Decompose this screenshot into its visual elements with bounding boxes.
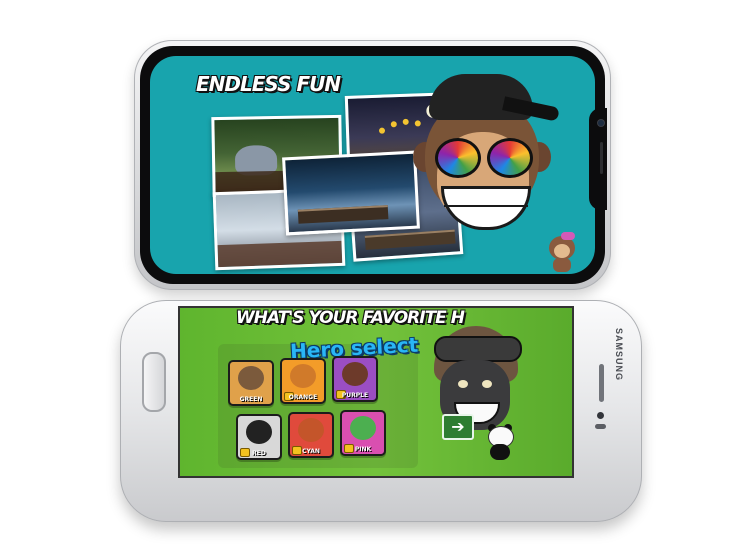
hero-label: PINK xyxy=(354,446,372,453)
endless-fun-screen: ENDLESS FUN xyxy=(150,56,595,274)
iphone-speaker xyxy=(600,142,603,174)
hero-label: RED xyxy=(252,450,266,457)
coin xyxy=(390,121,397,128)
gorilla-eye-left xyxy=(458,380,468,388)
monkey-glasses-right xyxy=(487,138,533,178)
next-arrow-button[interactable]: ➔ xyxy=(442,414,474,440)
samsung-brand: SAMSUNG xyxy=(614,328,624,382)
hero-face xyxy=(290,364,316,388)
panda-body xyxy=(490,444,510,460)
iphone-notch xyxy=(589,108,607,210)
hero-card-green[interactable]: GREEN xyxy=(228,360,274,406)
aviator-gorilla-mascot xyxy=(420,326,530,436)
little-monkey-body xyxy=(553,258,571,272)
home-button[interactable] xyxy=(142,352,166,412)
screenshot-ocean-level xyxy=(282,150,420,236)
cool-monkey-mascot xyxy=(407,72,560,242)
ocean-platform xyxy=(297,205,389,224)
gorilla-eye-right xyxy=(482,380,492,388)
hero-face xyxy=(298,418,324,442)
monkey-grin xyxy=(441,186,531,230)
hero-label: ORANGE xyxy=(288,394,318,401)
hero-select-screen: WHAT'S YOUR FAVORITE H Hero select GREEN… xyxy=(178,306,574,478)
hero-face xyxy=(238,366,264,390)
hero-card-purple[interactable]: PURPLE xyxy=(332,356,378,402)
samsung-device: SAMSUNG WHAT'S YOUR FAVORITE H Hero sele… xyxy=(120,300,642,522)
hero-card-pink[interactable]: PINK xyxy=(340,410,386,456)
little-monkey-girl xyxy=(545,232,579,272)
hero-card-orange[interactable]: ORANGE xyxy=(280,358,326,404)
hero-label: CYAN xyxy=(302,448,320,455)
iphone-bezel: ENDLESS FUN xyxy=(140,46,607,284)
iphone-device: ENDLESS FUN xyxy=(134,40,611,290)
little-monkey-face xyxy=(554,244,570,258)
panda-character xyxy=(486,424,514,462)
hero-face xyxy=(246,420,272,444)
iphone-camera-icon xyxy=(598,120,604,126)
monkey-glasses-left xyxy=(435,138,481,178)
hero-face xyxy=(350,416,376,440)
proximity-sensor xyxy=(595,424,606,429)
front-camera-icon xyxy=(597,412,604,419)
little-monkey-bow xyxy=(561,232,575,240)
hero-label: GREEN xyxy=(239,396,263,403)
favorite-hero-title: WHAT'S YOUR FAVORITE H xyxy=(236,308,465,328)
teeth-line xyxy=(444,205,528,207)
gorilla-goggles xyxy=(434,336,522,362)
hero-card-red[interactable]: RED xyxy=(236,414,282,460)
earpiece-speaker xyxy=(599,364,604,402)
snow-ground xyxy=(217,241,343,268)
coin xyxy=(378,127,386,134)
endless-fun-title: ENDLESS FUN xyxy=(196,72,341,96)
hero-label: PURPLE xyxy=(341,392,369,399)
hero-card-cyan[interactable]: CYAN xyxy=(288,412,334,458)
hero-face xyxy=(342,362,368,386)
